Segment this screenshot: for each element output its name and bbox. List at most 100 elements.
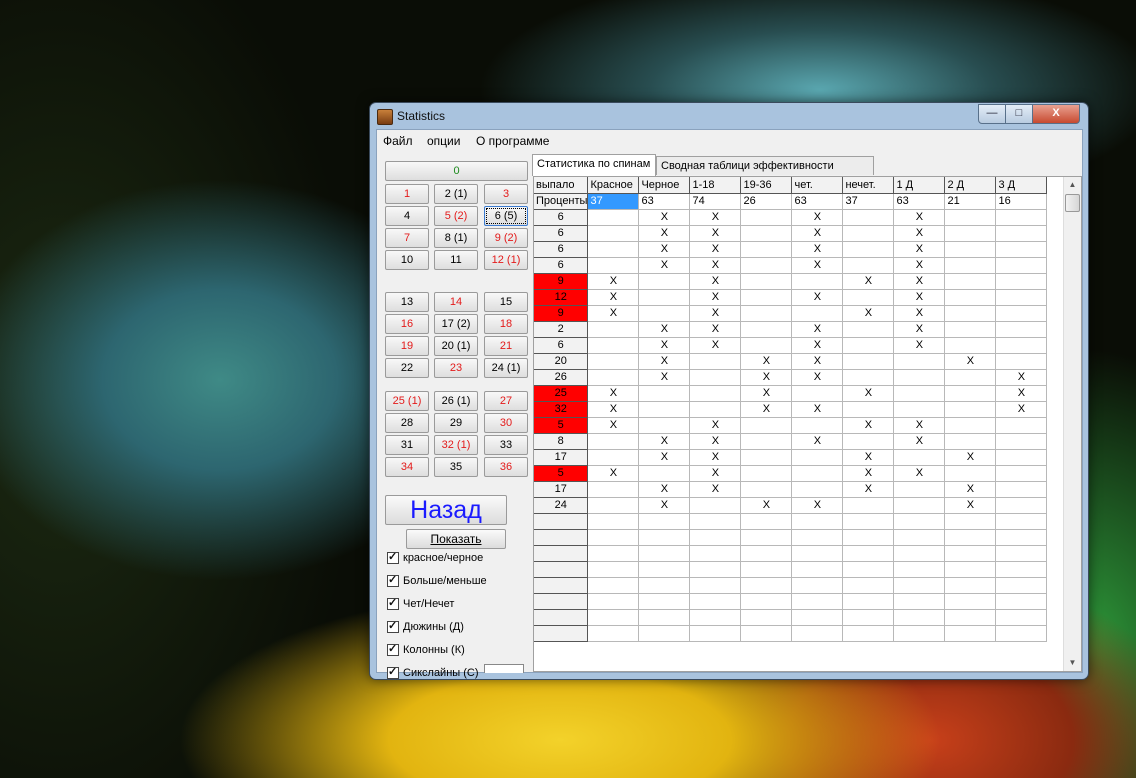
option-checkbox-row[interactable]: Чет/Нечет <box>387 596 454 614</box>
mark-cell[interactable] <box>995 481 1048 498</box>
number-button[interactable]: 22 <box>385 358 429 378</box>
number-button[interactable]: 15 <box>484 292 528 312</box>
mark-cell[interactable] <box>944 529 997 546</box>
mark-cell[interactable] <box>587 497 640 514</box>
mark-cell[interactable] <box>587 225 640 242</box>
mark-cell[interactable] <box>689 353 742 370</box>
mark-cell[interactable] <box>995 289 1048 306</box>
mark-cell[interactable] <box>893 385 946 402</box>
mark-cell[interactable]: X <box>689 225 742 242</box>
number-button[interactable]: 1 <box>385 184 429 204</box>
number-button[interactable]: 18 <box>484 314 528 334</box>
mark-cell[interactable] <box>944 273 997 290</box>
mark-cell[interactable] <box>740 577 793 594</box>
percent-cell[interactable]: 74 <box>689 193 742 210</box>
mark-cell[interactable]: X <box>893 305 946 322</box>
number-button[interactable]: 28 <box>385 413 429 433</box>
number-button[interactable]: 10 <box>385 250 429 270</box>
mark-cell[interactable] <box>842 433 895 450</box>
spin-number-cell[interactable]: 9 <box>534 305 589 322</box>
mark-cell[interactable] <box>791 609 844 626</box>
mark-cell[interactable] <box>995 305 1048 322</box>
mark-cell[interactable]: X <box>842 465 895 482</box>
mark-cell[interactable] <box>842 561 895 578</box>
mark-cell[interactable] <box>740 273 793 290</box>
mark-cell[interactable] <box>740 593 793 610</box>
title-bar[interactable]: Statistics — □ X <box>370 103 1088 129</box>
spin-number-cell[interactable]: 6 <box>534 257 589 274</box>
mark-cell[interactable] <box>842 401 895 418</box>
number-button[interactable]: 0 <box>385 161 528 181</box>
mark-cell[interactable]: X <box>587 385 640 402</box>
mark-cell[interactable]: X <box>638 353 691 370</box>
mark-cell[interactable]: X <box>638 241 691 258</box>
mark-cell[interactable] <box>893 481 946 498</box>
mark-cell[interactable] <box>842 225 895 242</box>
mark-cell[interactable]: X <box>689 481 742 498</box>
spin-number-cell[interactable]: 2 <box>534 321 589 338</box>
mark-cell[interactable]: X <box>791 369 844 386</box>
mark-cell[interactable]: X <box>893 465 946 482</box>
mark-cell[interactable] <box>842 529 895 546</box>
percent-cell[interactable]: 37 <box>587 193 640 210</box>
minimize-button[interactable]: — <box>978 104 1006 124</box>
checkbox[interactable] <box>387 665 399 680</box>
mark-cell[interactable] <box>587 241 640 258</box>
mark-cell[interactable] <box>740 225 793 242</box>
mark-cell[interactable] <box>638 289 691 306</box>
mark-cell[interactable]: X <box>944 353 997 370</box>
mark-cell[interactable] <box>689 577 742 594</box>
mark-cell[interactable] <box>587 577 640 594</box>
tab-spin-statistics[interactable]: Статистика по спинам <box>532 154 656 176</box>
mark-cell[interactable]: X <box>995 369 1048 386</box>
mark-cell[interactable]: X <box>638 433 691 450</box>
option-checkbox-row[interactable]: Больше/меньше <box>387 573 487 591</box>
mark-cell[interactable] <box>791 465 844 482</box>
mark-cell[interactable]: X <box>791 353 844 370</box>
mark-cell[interactable] <box>944 289 997 306</box>
mark-cell[interactable] <box>587 433 640 450</box>
mark-cell[interactable] <box>995 577 1048 594</box>
number-button[interactable]: 32 (1) <box>434 435 478 455</box>
mark-cell[interactable] <box>740 305 793 322</box>
mark-cell[interactable] <box>740 241 793 258</box>
mark-cell[interactable] <box>638 513 691 530</box>
mark-cell[interactable] <box>587 545 640 562</box>
value-field[interactable] <box>484 664 524 673</box>
mark-cell[interactable] <box>893 561 946 578</box>
mark-cell[interactable]: X <box>689 241 742 258</box>
mark-cell[interactable]: X <box>893 241 946 258</box>
spin-number-cell[interactable]: 20 <box>534 353 589 370</box>
mark-cell[interactable] <box>995 353 1048 370</box>
mark-cell[interactable] <box>587 625 640 642</box>
column-header[interactable]: Черное <box>638 177 691 194</box>
mark-cell[interactable] <box>995 209 1048 226</box>
mark-cell[interactable] <box>740 433 793 450</box>
mark-cell[interactable]: X <box>995 401 1048 418</box>
mark-cell[interactable]: X <box>638 449 691 466</box>
spin-number-cell[interactable] <box>534 529 589 546</box>
number-button[interactable]: 5 (2) <box>434 206 478 226</box>
mark-cell[interactable] <box>944 401 997 418</box>
mark-cell[interactable]: X <box>689 273 742 290</box>
mark-cell[interactable] <box>842 353 895 370</box>
spin-number-cell[interactable] <box>534 561 589 578</box>
spin-number-cell[interactable]: 17 <box>534 481 589 498</box>
mark-cell[interactable]: X <box>587 465 640 482</box>
mark-cell[interactable] <box>740 513 793 530</box>
mark-cell[interactable] <box>791 385 844 402</box>
spin-number-cell[interactable]: 24 <box>534 497 589 514</box>
mark-cell[interactable] <box>995 225 1048 242</box>
number-button[interactable]: 13 <box>385 292 429 312</box>
mark-cell[interactable]: X <box>791 401 844 418</box>
mark-cell[interactable] <box>587 481 640 498</box>
mark-cell[interactable] <box>689 369 742 386</box>
option-checkbox-row[interactable]: Сикслайны (С) <box>387 665 479 683</box>
mark-cell[interactable] <box>587 561 640 578</box>
mark-cell[interactable] <box>689 561 742 578</box>
mark-cell[interactable]: X <box>587 289 640 306</box>
checkbox[interactable] <box>387 596 399 611</box>
column-header[interactable]: 3 Д <box>995 177 1048 194</box>
mark-cell[interactable] <box>587 369 640 386</box>
mark-cell[interactable] <box>791 561 844 578</box>
